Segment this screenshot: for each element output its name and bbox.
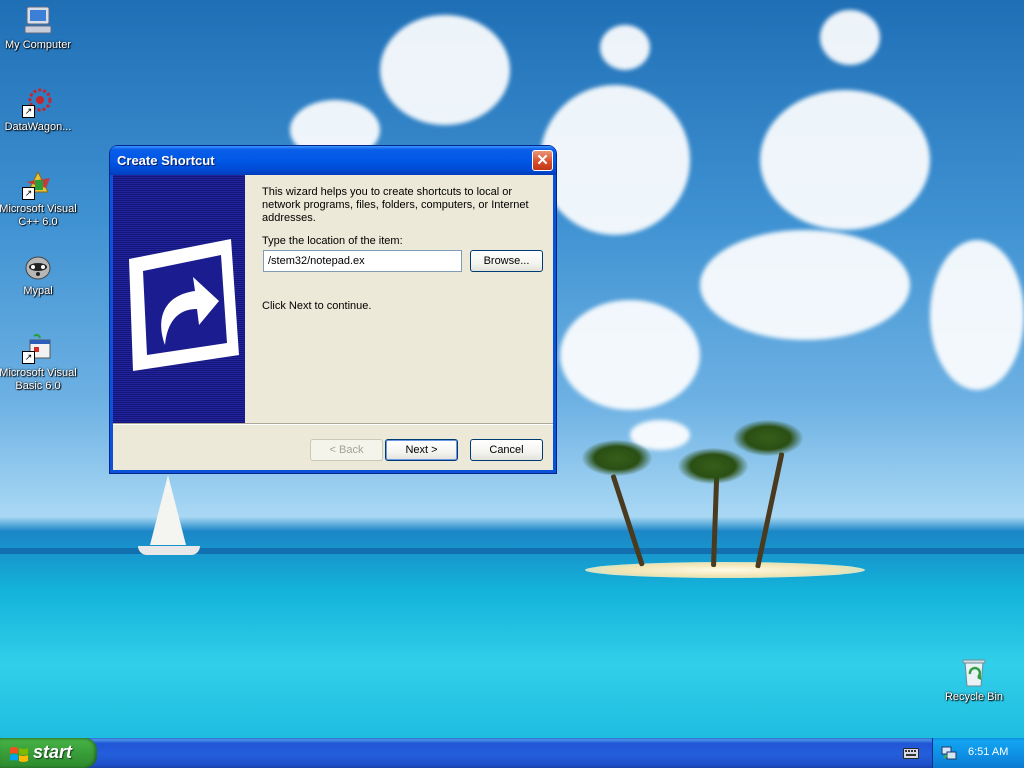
desktop-icon-my-computer[interactable]: My Computer bbox=[0, 4, 79, 52]
wallpaper-cloud bbox=[540, 85, 690, 235]
wallpaper-cloud bbox=[700, 230, 910, 340]
visual-basic-icon: ↗ bbox=[22, 332, 54, 364]
next-button[interactable]: Next > bbox=[385, 439, 458, 461]
system-tray: 6:51 AM bbox=[932, 738, 1024, 768]
my-computer-icon bbox=[22, 4, 54, 36]
wallpaper-cloud bbox=[930, 240, 1024, 390]
shortcut-arrow-icon: ↗ bbox=[22, 351, 35, 364]
location-label: Type the location of the item: bbox=[262, 235, 403, 247]
location-input[interactable] bbox=[263, 250, 462, 272]
wallpaper-cloud bbox=[820, 10, 880, 65]
desktop-icon-label: Mypal bbox=[23, 285, 53, 297]
desktop-icon-visual-basic[interactable]: ↗ Microsoft Visual Basic 6.0 bbox=[0, 332, 79, 393]
clock[interactable]: 6:51 AM bbox=[968, 746, 1008, 758]
create-shortcut-dialog: Create Shortcut ✕ This wizard helps you … bbox=[110, 146, 556, 473]
dialog-client-area: This wizard helps you to create shortcut… bbox=[113, 175, 553, 470]
sailboat-sail bbox=[150, 475, 186, 545]
palm-leaves bbox=[678, 448, 748, 484]
desktop-icon-label: Recycle Bin bbox=[944, 691, 1004, 703]
wallpaper-cloud bbox=[600, 25, 650, 70]
windows-logo-icon bbox=[10, 747, 28, 762]
wizard-side-panel bbox=[113, 175, 245, 423]
start-button[interactable]: start bbox=[0, 738, 97, 768]
wallpaper-cloud bbox=[760, 90, 930, 230]
close-icon: ✕ bbox=[536, 152, 549, 169]
browse-button[interactable]: Browse... bbox=[470, 250, 543, 272]
mypal-icon bbox=[22, 250, 54, 282]
visual-cpp-icon: ↗ bbox=[22, 168, 54, 200]
palm-leaves bbox=[733, 420, 803, 456]
wizard-intro-text: This wizard helps you to create shortcut… bbox=[262, 186, 529, 224]
dialog-separator bbox=[113, 423, 553, 425]
start-label: start bbox=[33, 742, 73, 762]
network-status-icon[interactable] bbox=[941, 745, 957, 761]
shortcut-arrow-icon: ↗ bbox=[22, 105, 35, 118]
desktop-icon-datawagon[interactable]: ↗ DataWagon... bbox=[0, 86, 79, 134]
desktop-icon-visual-cpp[interactable]: ↗ Microsoft Visual C++ 6.0 bbox=[0, 168, 79, 229]
taskbar: start 6:51 AM bbox=[0, 738, 1024, 768]
wizard-content: This wizard helps you to create shortcut… bbox=[245, 175, 553, 423]
desktop-icon-label: Microsoft Visual Basic 6.0 bbox=[0, 367, 77, 392]
recycle-bin-icon bbox=[958, 656, 990, 688]
cancel-button[interactable]: Cancel bbox=[470, 439, 543, 461]
wallpaper-cloud bbox=[560, 300, 700, 410]
back-button[interactable]: < Back bbox=[310, 439, 383, 461]
close-button[interactable]: ✕ bbox=[532, 150, 553, 171]
shortcut-wizard-icon bbox=[121, 237, 241, 376]
sailboat-hull bbox=[138, 546, 200, 555]
shortcut-arrow-icon: ↗ bbox=[22, 187, 35, 200]
desktop-icon-label: My Computer bbox=[4, 39, 72, 51]
dialog-title-bar[interactable]: Create Shortcut ✕ bbox=[110, 146, 556, 175]
keyboard-icon[interactable] bbox=[903, 746, 919, 763]
sand-island bbox=[585, 562, 865, 578]
desktop-icon-label: DataWagon... bbox=[4, 121, 72, 133]
desktop-icon-label: Microsoft Visual C++ 6.0 bbox=[0, 203, 77, 228]
continue-text: Click Next to continue. bbox=[262, 300, 372, 312]
dialog-title: Create Shortcut bbox=[117, 153, 215, 168]
desktop-icon-recycle-bin[interactable]: Recycle Bin bbox=[933, 656, 1015, 704]
datawagon-icon: ↗ bbox=[22, 86, 54, 118]
desktop-icon-mypal[interactable]: Mypal bbox=[0, 250, 79, 298]
wallpaper-cloud bbox=[380, 15, 510, 125]
palm-leaves bbox=[582, 440, 652, 476]
